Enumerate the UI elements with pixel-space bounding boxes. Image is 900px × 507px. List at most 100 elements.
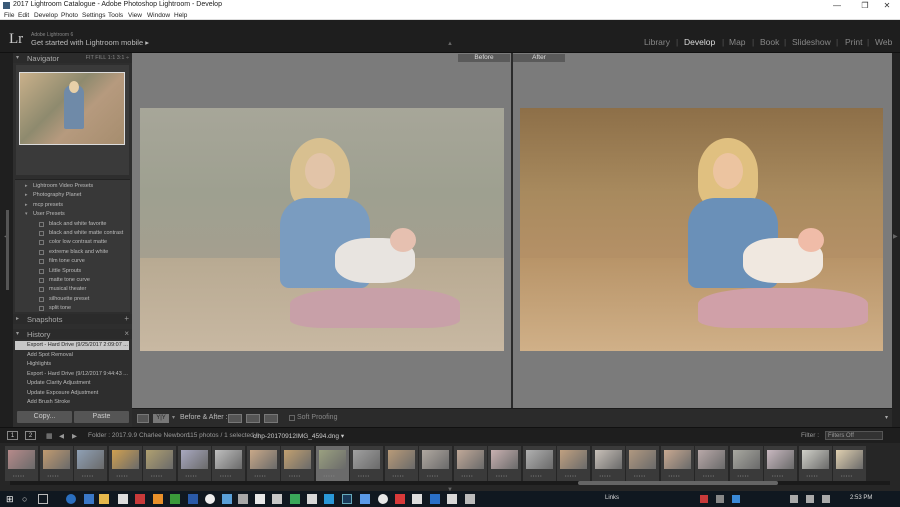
filmstrip-thumbnail[interactable]: ••••• xyxy=(212,446,245,481)
filmstrip-thumbnail[interactable]: ••••• xyxy=(177,446,211,481)
history-item[interactable]: Add Spot Removal xyxy=(15,351,129,360)
close-icon[interactable]: ✕ xyxy=(874,0,900,11)
history-item[interactable]: Export - Hard Drive (9/12/2017 9:44:43 .… xyxy=(15,370,129,379)
app-icon[interactable] xyxy=(272,494,282,504)
add-snapshot-icon[interactable]: + xyxy=(124,314,129,323)
navigator-header[interactable]: ▾ Navigator FIT FILL 1:1 3:1 ÷ xyxy=(13,53,132,63)
rating-dots[interactable]: ••••• xyxy=(393,473,405,478)
rating-dots[interactable]: ••••• xyxy=(703,473,715,478)
tray-icon[interactable] xyxy=(732,495,740,503)
before-photo[interactable] xyxy=(140,108,504,351)
folder-triangle-icon[interactable]: ▾ xyxy=(25,211,28,217)
menu-settings[interactable]: Settings xyxy=(82,11,106,20)
word-icon[interactable] xyxy=(188,494,198,504)
rating-dots[interactable]: ••••• xyxy=(600,473,612,478)
filmstrip-thumbnail[interactable]: ••••• xyxy=(591,446,625,481)
filmstrip-thumbnail[interactable]: ••••• xyxy=(729,446,763,481)
app-icon[interactable] xyxy=(447,494,457,504)
rating-dots[interactable]: ••••• xyxy=(13,473,25,478)
rating-dots[interactable]: ••••• xyxy=(48,473,60,478)
rating-dots[interactable]: ••••• xyxy=(289,473,301,478)
folder-triangle-icon[interactable]: ▸ xyxy=(25,202,28,208)
soft-proofing-label[interactable]: Soft Proofing xyxy=(297,414,337,421)
copy-before-to-after-button[interactable] xyxy=(228,414,242,423)
app-icon[interactable] xyxy=(307,494,317,504)
module-web[interactable]: Web xyxy=(875,37,892,47)
rating-dots[interactable]: ••••• xyxy=(82,473,94,478)
filmstrip-thumbnail[interactable]: ••••• xyxy=(626,446,659,481)
grid-view-icon[interactable]: ▦ xyxy=(46,432,53,440)
menu-help[interactable]: Help xyxy=(174,11,187,20)
filmstrip-thumbnail[interactable]: ••••• xyxy=(764,446,797,481)
app-icon[interactable] xyxy=(290,494,300,504)
app-icon[interactable] xyxy=(222,494,232,504)
right-panel-edge[interactable]: ▶ xyxy=(892,53,900,427)
rating-dots[interactable]: ••••• xyxy=(531,473,543,478)
lightroom-taskbar-icon[interactable] xyxy=(342,494,352,504)
mode-dropdown-icon[interactable]: ▾ xyxy=(172,414,175,421)
collapse-triangle-icon[interactable]: ▾ xyxy=(16,54,19,61)
filmstrip-thumbnail[interactable]: ••••• xyxy=(522,446,556,481)
filmstrip-thumbnail[interactable]: ••••• xyxy=(557,446,590,481)
copy-after-to-before-button[interactable] xyxy=(246,414,260,423)
filmstrip-thumbnail[interactable]: ••••• xyxy=(384,446,418,481)
expand-right-panel-icon[interactable]: ▶ xyxy=(893,233,898,240)
filmstrip-thumbnail[interactable]: ••••• xyxy=(833,446,866,481)
tray-icon[interactable] xyxy=(700,495,708,503)
app-icon[interactable] xyxy=(324,494,334,504)
history-item[interactable]: Update Clarity Adjustment xyxy=(15,379,129,388)
rating-dots[interactable]: ••••• xyxy=(496,473,508,478)
soft-proofing-checkbox[interactable] xyxy=(289,415,295,421)
rating-dots[interactable]: ••••• xyxy=(565,473,577,478)
secondary-display-2-button[interactable]: 2 xyxy=(25,431,36,440)
minimize-icon[interactable]: — xyxy=(824,0,850,11)
filmstrip-thumbnail[interactable]: ••••• xyxy=(39,446,73,481)
app-icon[interactable] xyxy=(255,494,265,504)
app-icon[interactable] xyxy=(238,494,248,504)
swap-before-after-button[interactable] xyxy=(264,414,278,423)
menu-view[interactable]: View xyxy=(128,11,142,20)
folder-triangle-icon[interactable]: ▸ xyxy=(25,192,28,198)
rating-dots[interactable]: ••••• xyxy=(151,473,163,478)
module-print[interactable]: Print xyxy=(845,37,862,47)
loupe-view-button[interactable] xyxy=(137,414,149,423)
history-item[interactable]: Add Brush Stroke xyxy=(15,398,129,407)
app-icon[interactable] xyxy=(360,494,370,504)
search-icon[interactable]: ○ xyxy=(22,494,32,504)
menu-develop[interactable]: Develop xyxy=(34,11,58,20)
menu-window[interactable]: Window xyxy=(147,11,170,20)
collapse-triangle-icon[interactable]: ▾ xyxy=(16,330,19,337)
clear-history-icon[interactable]: × xyxy=(124,329,129,338)
filmstrip-thumbnail[interactable]: ••••• xyxy=(281,446,314,481)
navigator-preview-image[interactable] xyxy=(19,72,125,145)
back-arrow-icon[interactable]: ◀ xyxy=(59,432,64,440)
folder-path[interactable]: Folder : 2017.9.9 Charlee Newborn xyxy=(88,432,190,439)
edge-browser-icon[interactable] xyxy=(66,494,76,504)
filmstrip-thumbnail[interactable]: ••••• xyxy=(695,446,728,481)
history-item[interactable]: Update Exposure Adjustment xyxy=(15,389,129,398)
rating-dots[interactable]: ••••• xyxy=(669,473,681,478)
module-slideshow[interactable]: Slideshow xyxy=(792,37,831,47)
secondary-display-1-button[interactable]: 1 xyxy=(7,431,18,440)
module-map[interactable]: Map xyxy=(729,37,746,47)
links-toolbar[interactable]: Links xyxy=(605,495,619,501)
mobile-promo-link[interactable]: Get started with Lightroom mobile ▸ xyxy=(31,38,149,47)
rating-dots[interactable]: ••••• xyxy=(117,473,129,478)
filmstrip-thumbnail[interactable]: ••••• xyxy=(660,446,694,481)
rating-dots[interactable]: ••••• xyxy=(186,473,198,478)
chrome-icon[interactable] xyxy=(378,494,388,504)
filmstrip-thumbnail[interactable]: ••••• xyxy=(246,446,280,481)
before-after-mode-button[interactable]: Y|Y xyxy=(153,414,169,423)
app-icon[interactable] xyxy=(153,494,163,504)
module-library[interactable]: Library xyxy=(644,37,670,47)
menu-tools[interactable]: Tools xyxy=(108,11,123,20)
app-icon[interactable] xyxy=(412,494,422,504)
filmstrip-thumbnail[interactable]: ••••• xyxy=(350,446,383,481)
filmstrip-thumbnail[interactable]: ••••• xyxy=(488,446,521,481)
excel-icon[interactable] xyxy=(170,494,180,504)
selected-filename[interactable]: clhp-20170912IMG_4594.dng ▾ xyxy=(253,432,344,440)
filmstrip-thumbnail[interactable]: ••••• xyxy=(798,446,832,481)
menu-file[interactable]: File xyxy=(4,11,14,20)
wifi-icon[interactable] xyxy=(790,495,798,503)
rating-dots[interactable]: ••••• xyxy=(255,473,267,478)
